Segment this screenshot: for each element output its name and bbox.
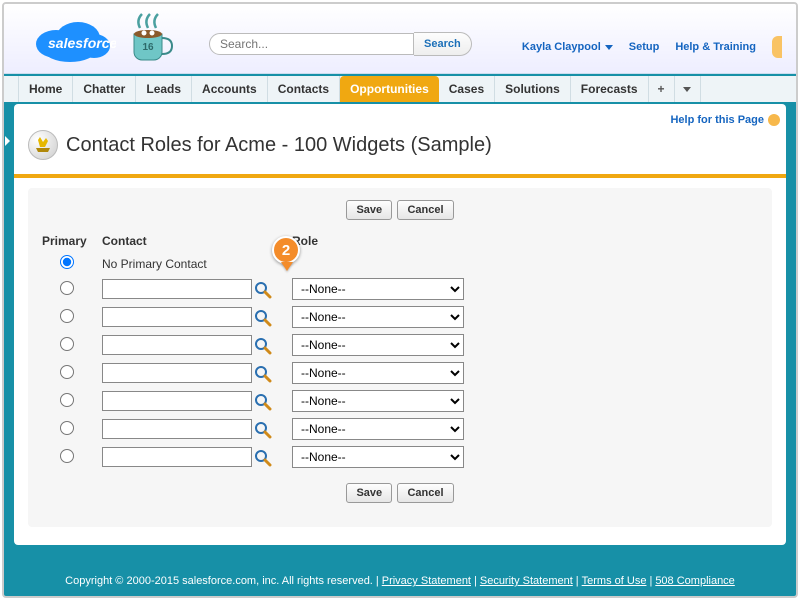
svg-text:salesforce: salesforce [48,35,116,51]
contact-input[interactable] [102,307,252,327]
primary-radio[interactable] [60,421,74,435]
edit-form: Save Cancel Primary Contact Role No Prim… [28,188,772,527]
lookup-icon[interactable] [254,309,272,327]
role-select[interactable]: --None-- [292,306,464,328]
tab-home[interactable]: Home [18,76,73,102]
tab-chatter[interactable]: Chatter [73,76,136,102]
tab-leads[interactable]: Leads [136,76,192,102]
footer-link-terms[interactable]: Terms of Use [582,575,647,587]
global-header: salesforce 16 Search Kayla Claypool Setu… [4,4,796,74]
help-training-link[interactable]: Help & Training [675,41,756,53]
contact-input[interactable] [102,447,252,467]
table-row: --None-- [38,387,470,415]
primary-radio[interactable] [60,393,74,407]
seasonal-logo-icon: 16 [122,6,178,66]
lookup-icon[interactable] [254,365,272,383]
role-select[interactable]: --None-- [292,446,464,468]
salesforce-logo: salesforce [26,10,116,66]
chevron-down-icon [683,87,691,92]
table-row: --None-- [38,359,470,387]
table-row: --None-- [38,443,470,471]
primary-radio[interactable] [60,449,74,463]
lookup-icon[interactable] [254,421,272,439]
contact-input[interactable] [102,391,252,411]
copyright-text: Copyright © 2000-2015 salesforce.com, in… [65,575,373,587]
page-footer: Copyright © 2000-2015 salesforce.com, in… [4,572,796,592]
tab-solutions[interactable]: Solutions [495,76,571,102]
main-tabbar: Home Chatter Leads Accounts Contacts Opp… [4,74,796,104]
contact-input[interactable] [102,419,252,439]
primary-radio-none[interactable] [60,255,74,269]
lookup-icon[interactable] [254,393,272,411]
tab-add[interactable]: + [649,76,675,102]
table-row: --None-- [38,331,470,359]
global-search-button[interactable]: Search [414,32,472,56]
opportunity-icon [28,130,58,160]
contact-input[interactable] [102,363,252,383]
contact-input[interactable] [102,279,252,299]
lookup-icon[interactable] [254,449,272,467]
role-select[interactable]: --None-- [292,418,464,440]
chevron-down-icon [605,45,613,50]
col-contact: Contact [98,230,288,252]
footer-link-security[interactable]: Security Statement [480,575,573,587]
role-select[interactable]: --None-- [292,362,464,384]
tab-cases[interactable]: Cases [439,76,495,102]
user-name-label: Kayla Claypool [522,41,601,53]
tab-forecasts[interactable]: Forecasts [571,76,649,102]
save-button-top[interactable]: Save [346,200,392,220]
accent-bar [14,174,786,178]
setup-link[interactable]: Setup [629,41,660,53]
sidebar-toggle[interactable] [2,119,14,163]
main-panel: Help for this Page Contact Roles for Acm… [14,104,786,545]
avatar-icon [772,36,782,58]
no-primary-label: No Primary Contact [102,257,207,271]
footer-link-privacy[interactable]: Privacy Statement [382,575,471,587]
table-row: --None-- [38,303,470,331]
user-menu[interactable]: Kayla Claypool [522,41,613,53]
tab-accounts[interactable]: Accounts [192,76,268,102]
primary-radio[interactable] [60,337,74,351]
table-row: --None-- [38,275,470,303]
cancel-button-bottom[interactable]: Cancel [397,483,453,503]
contact-input[interactable] [102,335,252,355]
help-icon [768,114,780,126]
tab-contacts[interactable]: Contacts [268,76,340,102]
lookup-icon[interactable] [254,281,272,299]
role-select[interactable]: --None-- [292,278,464,300]
lookup-icon[interactable] [254,337,272,355]
global-search-input[interactable] [209,33,414,55]
page-title: Contact Roles for Acme - 100 Widgets (Sa… [66,134,492,157]
tab-opportunities[interactable]: Opportunities [340,76,439,102]
footer-link-508[interactable]: 508 Compliance [655,575,735,587]
primary-radio[interactable] [60,309,74,323]
role-select[interactable]: --None-- [292,390,464,412]
help-for-page-link[interactable]: Help for this Page [670,114,780,126]
cancel-button-top[interactable]: Cancel [397,200,453,220]
tab-overflow[interactable] [675,76,701,102]
col-primary: Primary [38,230,98,252]
role-select[interactable]: --None-- [292,334,464,356]
primary-radio[interactable] [60,281,74,295]
table-row: --None-- [38,415,470,443]
primary-radio[interactable] [60,365,74,379]
col-role: Role [288,230,470,252]
contact-roles-table: Primary Contact Role No Primary Contact … [38,230,470,471]
save-button-bottom[interactable]: Save [346,483,392,503]
help-for-page-text: Help for this Page [670,114,764,126]
svg-text:16: 16 [142,42,154,53]
